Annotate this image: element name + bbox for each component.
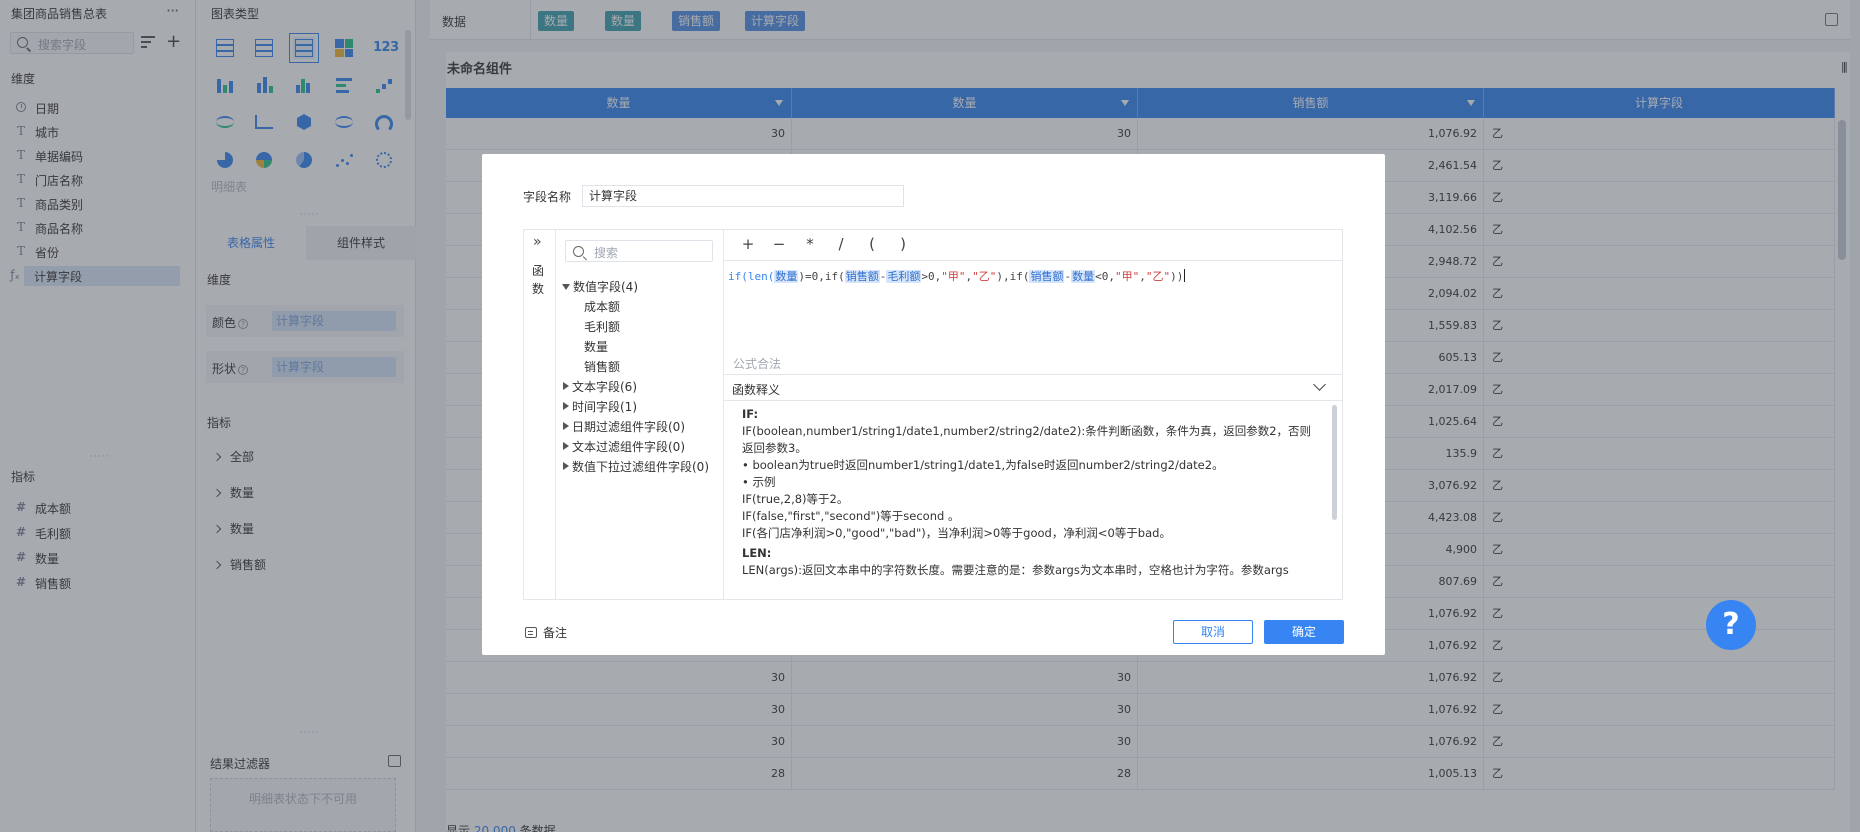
tree-field-item[interactable]: 数量	[584, 338, 608, 355]
open-paren-button[interactable]: (	[864, 235, 880, 253]
formula-valid-message: 公式合法	[733, 357, 782, 371]
tree-field-item[interactable]: 成本额	[584, 298, 620, 315]
note-icon	[525, 627, 537, 638]
note-button[interactable]: 备注	[525, 624, 567, 641]
search-icon	[573, 246, 584, 257]
tree-field-item[interactable]: 毛利额	[584, 318, 620, 335]
formula-field-token: 毛利额	[886, 270, 922, 283]
function-sidebar: » 函数	[524, 230, 556, 599]
multiply-button[interactable]: *	[802, 235, 818, 253]
function-tab[interactable]: 函数	[532, 262, 546, 298]
tree-group[interactable]: 文本字段(6)	[562, 378, 637, 395]
tree-field-item[interactable]: 销售额	[584, 358, 620, 375]
minus-button[interactable]: −	[771, 235, 787, 253]
help-button[interactable]: ?	[1706, 600, 1756, 650]
field-tree: 搜索 数值字段(4) 成本额毛利额数量销售额文本字段(6) 时间字段(1) 日期过滤组…	[556, 230, 724, 599]
function-explain-header[interactable]: 函数释义	[724, 374, 1342, 401]
explanation-scrollbar[interactable]	[1332, 405, 1337, 520]
plus-button[interactable]: +	[740, 235, 756, 253]
text-caret	[1184, 269, 1186, 282]
formula-editor-body: » 函数 搜索 数值字段(4) 成本额 毛利额 数量 销售额 文本字段(6) 时间字段(1)…	[523, 229, 1343, 600]
field-name-label: 字段名称	[523, 190, 572, 204]
tree-group[interactable]: 数值字段(4)	[562, 278, 638, 295]
field-name-input[interactable]: 计算字段	[582, 185, 904, 207]
formula-field-token: 销售额	[844, 270, 880, 283]
formula-field-token: 销售额	[1029, 270, 1065, 283]
operator-toolbar: + − * / ()	[724, 230, 1342, 261]
formula-field-token: 数量	[774, 270, 799, 283]
divide-button[interactable]: /	[833, 235, 849, 253]
expand-functions-icon[interactable]: »	[533, 234, 542, 250]
tree-search-placeholder: 搜索	[594, 246, 619, 260]
caret-right-icon[interactable]	[563, 402, 569, 410]
function-explain-title: 函数释义	[732, 383, 781, 397]
caret-right-icon[interactable]	[563, 422, 569, 430]
calculated-field-dialog: 字段名称 计算字段 » 函数 搜索 数值字段(4) 成本额 毛利额 数量 销售额 文本字段…	[482, 154, 1385, 655]
formula-editor: + − * / () if(len(数量)=0,if(销售额-毛利额>0,"甲","乙"…	[724, 230, 1342, 599]
chevron-down-icon[interactable]	[1313, 378, 1326, 391]
cancel-button[interactable]: 取消	[1173, 620, 1253, 644]
tree-group[interactable]: 时间字段(1)	[562, 398, 637, 415]
formula-field-token: 数量	[1071, 270, 1096, 283]
tree-group[interactable]: 文本过滤组件字段(0)	[562, 438, 685, 455]
tree-search-input[interactable]: 搜索	[565, 240, 713, 262]
confirm-button[interactable]: 确定	[1264, 620, 1344, 644]
function-explanation: IF: IF(boolean,number1/string1/date1,num…	[742, 407, 1312, 577]
caret-right-icon[interactable]	[563, 462, 569, 470]
formula-input[interactable]: if(len(数量)=0,if(销售额-毛利额>0,"甲","乙"),if(销售…	[728, 268, 1186, 284]
tree-group[interactable]: 数值下拉过滤组件字段(0)	[562, 458, 709, 475]
caret-right-icon[interactable]	[563, 442, 569, 450]
close-paren-button[interactable]: )	[895, 235, 911, 253]
caret-down-icon[interactable]	[562, 284, 570, 290]
tree-group[interactable]: 日期过滤组件字段(0)	[562, 418, 685, 435]
caret-right-icon[interactable]	[563, 382, 569, 390]
